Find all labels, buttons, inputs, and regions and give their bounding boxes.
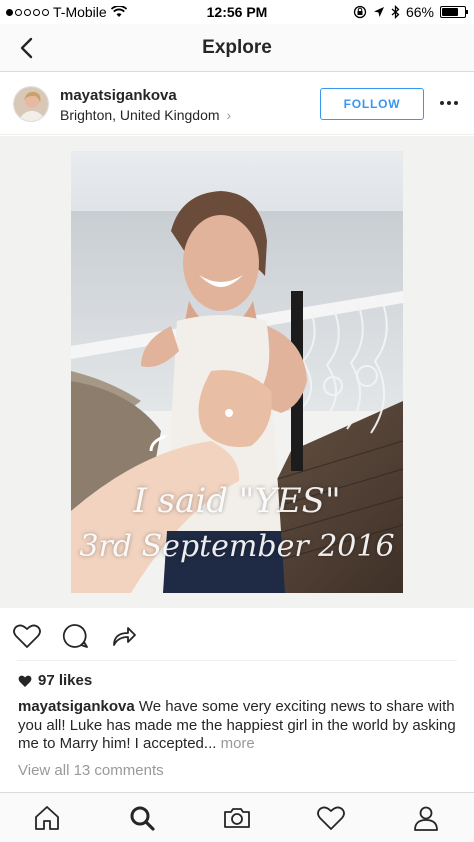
battery-percent: 66% xyxy=(405,4,434,20)
post-photo[interactable]: I said "YES" 3rd September 2016 xyxy=(71,151,403,593)
avatar[interactable] xyxy=(13,86,49,122)
more-options-icon[interactable] xyxy=(440,101,458,105)
location-label: Brighton, United Kingdom xyxy=(60,107,220,123)
username-link[interactable]: mayatsigankova xyxy=(60,87,177,104)
rotation-lock-icon xyxy=(353,5,367,19)
post-actions xyxy=(0,615,474,657)
divider xyxy=(17,660,457,661)
camera-icon[interactable] xyxy=(222,803,252,833)
likes-label: 97 likes xyxy=(38,672,93,689)
likes-count[interactable]: 97 likes xyxy=(18,672,92,689)
chevron-right-icon: › xyxy=(226,107,232,123)
profile-icon[interactable] xyxy=(411,803,441,833)
battery-icon xyxy=(440,6,468,18)
post-caption: mayatsigankova We have some very excitin… xyxy=(18,698,458,754)
photo-caption-text-line1: I said "YES" xyxy=(133,481,341,521)
heart-icon[interactable] xyxy=(12,621,42,651)
comment-icon[interactable] xyxy=(60,621,90,651)
search-icon[interactable] xyxy=(127,803,157,833)
follow-button[interactable]: FOLLOW xyxy=(320,88,424,120)
filled-heart-icon xyxy=(18,675,32,687)
location-arrow-icon xyxy=(373,7,384,17)
bluetooth-icon xyxy=(391,5,400,19)
view-comments-link[interactable]: View all 13 comments xyxy=(18,762,164,779)
location-link[interactable]: Brighton, United Kingdom › xyxy=(60,107,231,123)
status-icons: 66% xyxy=(353,4,468,20)
post-header: mayatsigankova Brighton, United Kingdom … xyxy=(0,73,474,135)
navigation-bar: Explore xyxy=(0,24,474,72)
post-media-area: I said "YES" 3rd September 2016 xyxy=(0,136,474,608)
home-icon[interactable] xyxy=(32,803,62,833)
caption-username[interactable]: mayatsigankova xyxy=(18,698,135,715)
photo-caption-text-line2: 3rd September 2016 xyxy=(79,529,395,564)
bottom-tab-bar xyxy=(0,792,474,842)
status-bar: T-Mobile 12:56 PM 66% xyxy=(0,0,474,24)
caption-more-link[interactable]: more xyxy=(216,735,255,752)
page-title: Explore xyxy=(202,37,272,58)
activity-heart-icon[interactable] xyxy=(316,803,346,833)
share-icon[interactable] xyxy=(108,621,138,651)
